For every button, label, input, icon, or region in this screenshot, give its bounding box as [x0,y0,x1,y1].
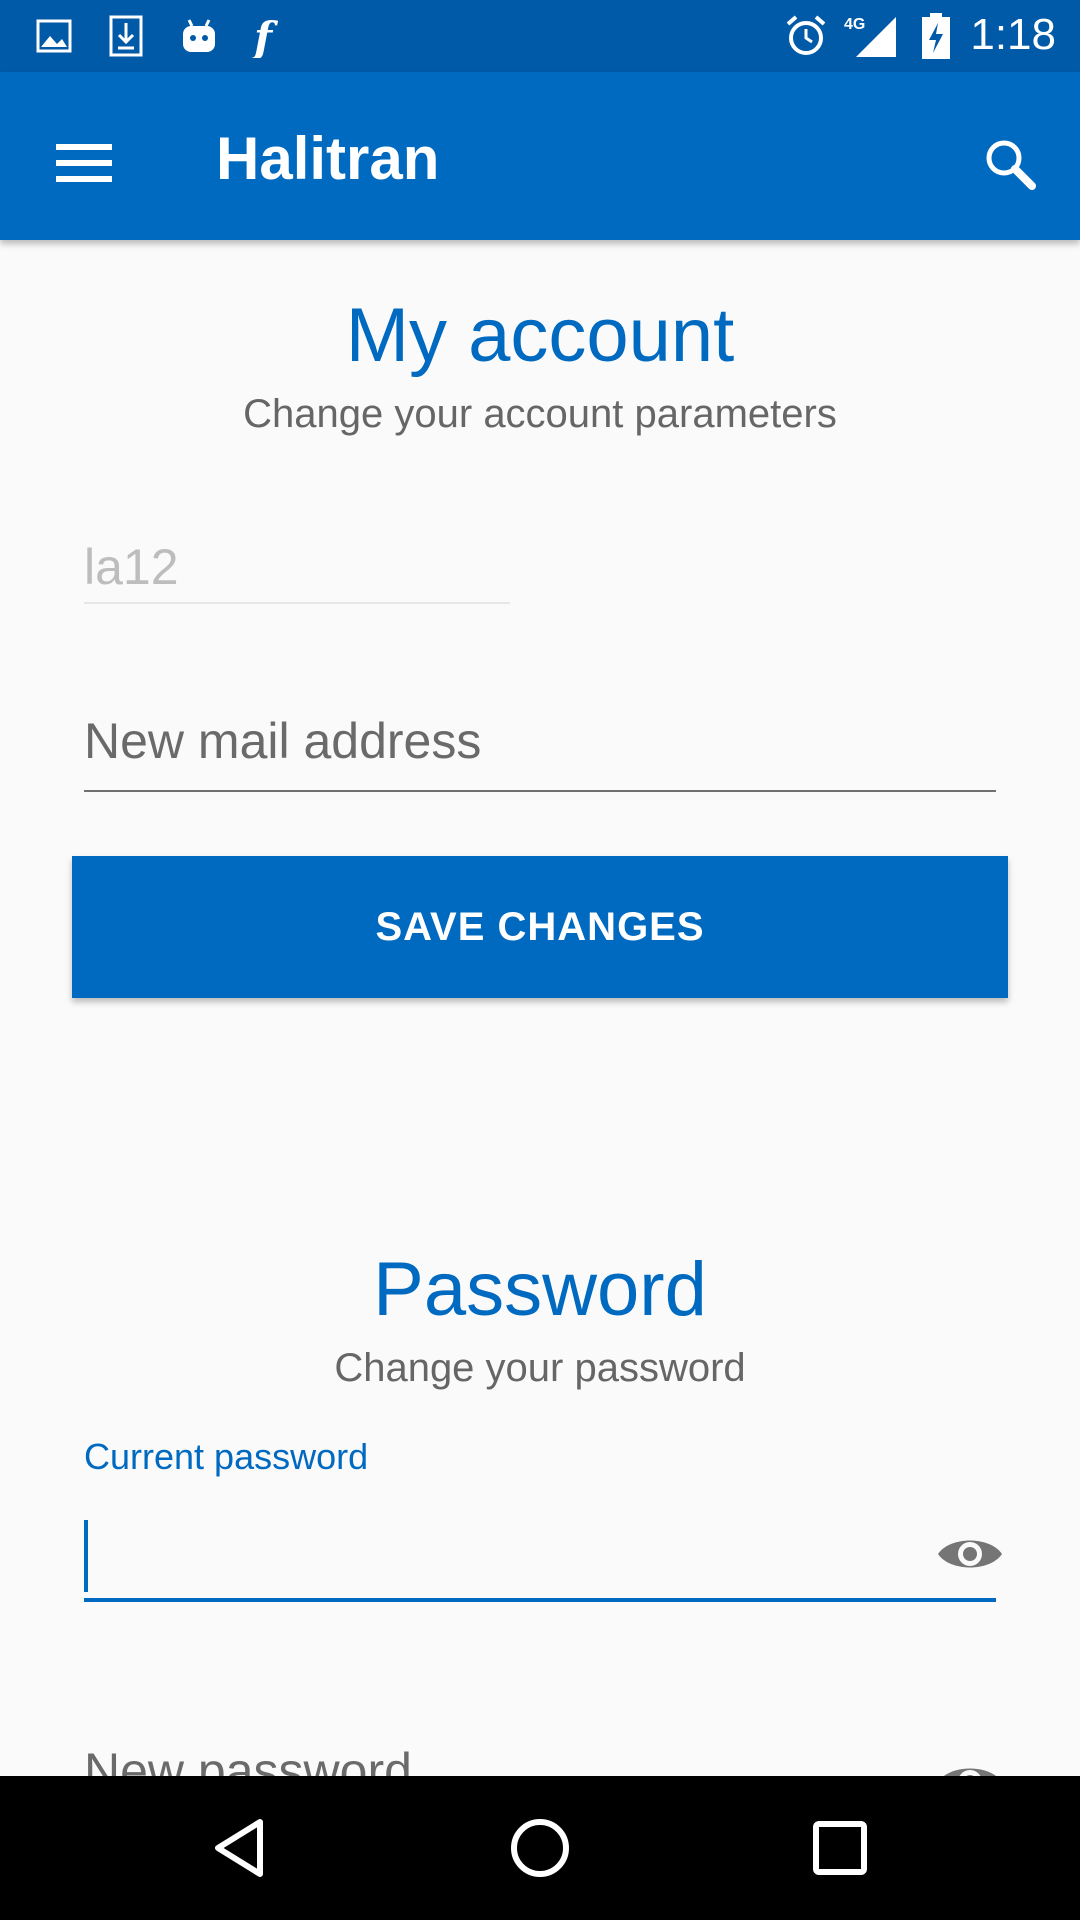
menu-button[interactable] [42,122,126,206]
account-section-title: My account [345,293,735,378]
recents-icon [813,1821,867,1875]
home-button[interactable] [504,1812,576,1884]
search-button[interactable] [970,124,1050,204]
alarm-icon [782,12,830,60]
back-icon [215,1819,263,1877]
toggle-new-password-visibility[interactable] [934,1746,1006,1776]
content-scroll[interactable]: My account Change your account parameter… [0,240,1080,1776]
eye-icon [938,1540,1002,1568]
username-value: la12 [84,539,179,595]
flipboard-icon: f [246,12,294,60]
status-time: 1:18 [970,10,1056,59]
recents-button[interactable] [804,1812,876,1884]
download-icon [106,12,146,60]
app-title: Halitran [216,125,440,192]
password-section-title: Password [373,1247,707,1332]
toggle-current-password-visibility[interactable] [934,1518,1006,1590]
new-password-field[interactable]: New password [84,1742,996,1776]
current-password-field[interactable] [84,1518,996,1602]
network-type-label: 4G [844,16,865,33]
email-placeholder: New mail address [84,713,482,769]
home-icon [511,1819,569,1877]
gallery-icon [34,12,74,60]
signal-icon: 4G [842,12,900,60]
username-field: la12 [84,538,510,604]
back-button[interactable] [204,1812,276,1884]
current-password-label: Current password [84,1436,369,1477]
app-bar: Halitran [0,72,1080,240]
new-password-placeholder: New password [84,1743,412,1776]
save-changes-button[interactable]: SAVE CHANGES [72,856,1008,998]
email-underline [84,790,996,792]
status-bar: f 4G 1:18 [0,0,1080,72]
svg-text:f: f [251,14,279,58]
email-field[interactable]: New mail address [84,712,996,792]
search-icon [986,140,1036,190]
battery-charging-icon [918,12,954,60]
navigation-bar [0,1776,1080,1920]
username-underline [84,602,510,604]
current-password-underline [84,1598,996,1602]
menu-icon [56,144,112,182]
text-cursor [84,1520,88,1592]
account-section-subtitle: Change your account parameters [243,392,837,436]
password-section-subtitle: Change your password [334,1346,746,1390]
eye-icon [944,1768,996,1776]
android-icon [176,12,222,60]
